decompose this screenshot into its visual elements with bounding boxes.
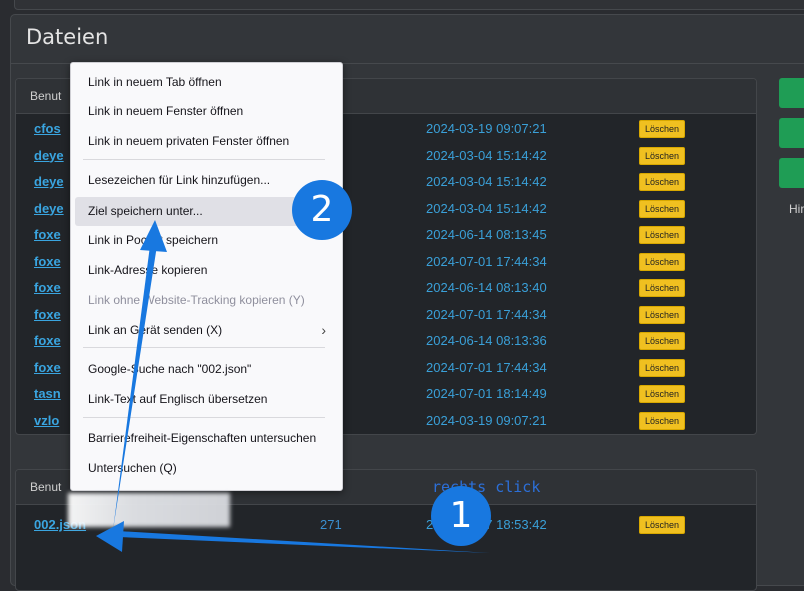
arrow-2-head — [140, 220, 167, 252]
arrow-1-head — [96, 521, 124, 552]
annotation-arrows — [96, 220, 490, 553]
arrow-2-shaft — [113, 238, 158, 530]
arrow-1-shaft — [118, 531, 490, 553]
